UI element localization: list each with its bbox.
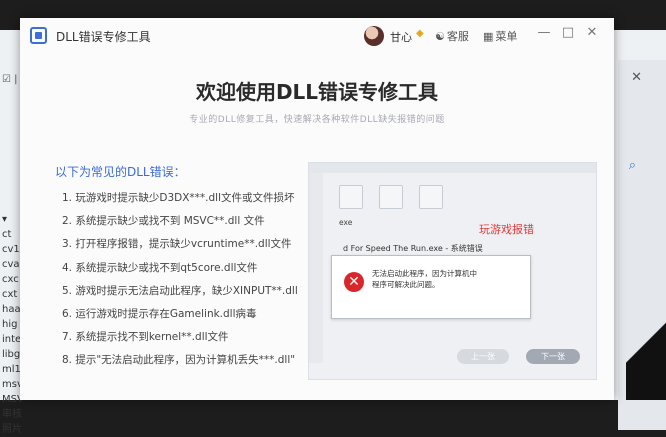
background-close-icon[interactable]: ✕: [631, 70, 642, 85]
next-button[interactable]: 下一张: [526, 349, 580, 364]
maximize-icon[interactable]: □: [560, 25, 576, 40]
error-icon: ✕: [344, 272, 364, 292]
menu-label: 菜单: [495, 30, 518, 43]
background-file-item: 审核: [2, 409, 22, 420]
dll-repair-window: DLL错误专修工具 甘心 ◆ ☯ 客服 ▦ 菜单 — □ ✕ 欢迎使用DLL错误专修…: [20, 18, 614, 400]
avatar[interactable]: [364, 26, 384, 46]
vip-diamond-icon: ◆: [416, 28, 424, 39]
minimize-icon[interactable]: —: [536, 25, 552, 40]
common-errors-list: 1. 玩游戏时提示缺少D3DX***.dll文件或文件损坏 2. 系统提示缺少或…: [62, 190, 298, 376]
menu-button[interactable]: ▦ 菜单: [483, 28, 517, 44]
example-file-label: exe: [339, 218, 353, 227]
close-icon[interactable]: ✕: [584, 25, 600, 40]
list-item: 6. 运行游戏时提示存在Gamelink.dll病毒: [62, 307, 257, 320]
page-subtitle: 专业的DLL修复工具，快速解决各种软件DLL缺失报错的问题: [189, 115, 445, 125]
menu-grid-icon: ▦: [483, 30, 494, 43]
title-bar: DLL错误专修工具 甘心 ◆ ☯ 客服 ▦ 菜单 — □ ✕: [20, 18, 614, 54]
background-corner-shadow: [626, 310, 666, 400]
list-item: 2. 系统提示缺少或找不到 MSVC**.dll 文件: [62, 215, 265, 228]
list-item: 1. 玩游戏时提示缺少D3DX***.dll文件或文件损坏: [62, 192, 295, 204]
error-dialog-text: 无法启动此程序，因为计算机中 程序可解决此问题。: [372, 269, 477, 289]
list-item: 7. 系统提示找不到kernel**.dll文件: [62, 331, 229, 344]
error-dialog: ✕ 无法启动此程序，因为计算机中 程序可解决此问题。: [331, 255, 531, 319]
headset-icon: ☯: [435, 30, 445, 43]
example-window-title: d For Speed The Run.exe - 系统错误: [343, 244, 483, 253]
app-logo-icon: [30, 27, 47, 44]
list-item: 3. 打开程序报错，提示缺少vcruntime**.dll文件: [62, 238, 292, 251]
example-file-icon: [339, 185, 363, 209]
list-item: 8. 提示"无法启动此程序，因为计算机丢失***.dll": [62, 354, 296, 367]
example-nav-pane: [309, 173, 323, 363]
example-toolbar: [309, 163, 596, 173]
customer-service-label: 客服: [446, 30, 469, 43]
background-search-icon[interactable]: ⌕: [629, 158, 636, 173]
background-file-item: 照片: [2, 424, 22, 435]
error-example-screenshot: exe d For Speed The Run.exe - 系统错误 玩游戏报错…: [308, 162, 597, 380]
list-item: 5. 游戏时提示无法启动此程序，缺少XINPUT**.dll: [62, 284, 298, 297]
user-name[interactable]: 甘心: [390, 29, 412, 45]
example-file-icon: [419, 185, 443, 209]
example-caption: 玩游戏报错: [479, 223, 534, 236]
list-item: 4. 系统提示缺少或找不到qt5core.dll文件: [62, 261, 258, 274]
common-errors-heading: 以下为常见的DLL错误：: [55, 165, 186, 179]
previous-button[interactable]: 上一张: [457, 349, 509, 364]
page-title: 欢迎使用DLL错误专修工具: [195, 80, 439, 104]
app-title: DLL错误专修工具: [56, 30, 151, 44]
example-file-icon: [379, 185, 403, 209]
customer-service-button[interactable]: ☯ 客服: [435, 28, 469, 44]
